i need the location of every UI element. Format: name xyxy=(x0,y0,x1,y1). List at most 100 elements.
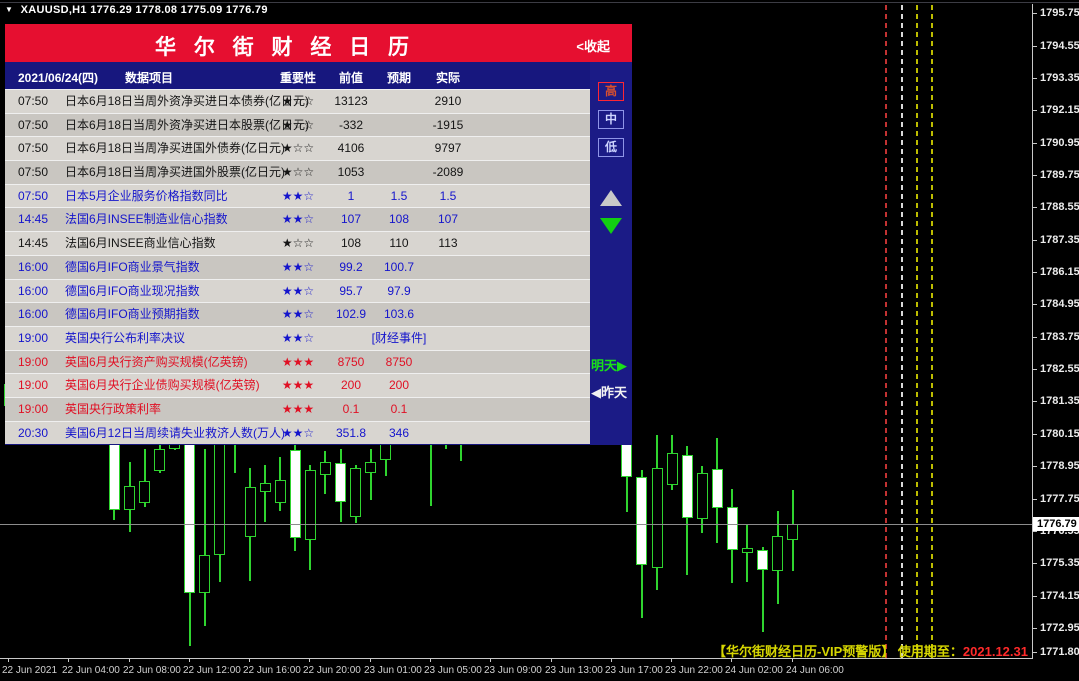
calendar-row[interactable]: 16:00 德国6月IFO商业景气指数 ★★☆ 99.2 100.7 xyxy=(5,254,590,279)
event-marker-line xyxy=(916,5,918,658)
event-time: 07:50 xyxy=(18,165,49,180)
event-time: 19:00 xyxy=(18,330,49,345)
event-time: 16:00 xyxy=(18,283,49,298)
column-item: 数据项目 xyxy=(125,71,174,85)
calendar-row[interactable]: 07:50 日本6月18日当周净买进国外股票(亿日元) ★☆☆ 1053 -2089 xyxy=(5,160,590,184)
calendar-row[interactable]: 07:50 日本5月企业服务价格指数同比 ★★☆ 1 1.5 1.5 xyxy=(5,183,590,208)
event-time: 20:30 xyxy=(18,425,49,440)
time-label: 23 Jun 17:00 xyxy=(605,665,663,676)
calendar-date: 2021/06/24(四) xyxy=(18,71,99,85)
calendar-row[interactable]: 19:00 英国央行政策利率 ★★★ 0.1 0.1 xyxy=(5,396,590,421)
calendar-table-header: 2021/06/24(四) 数据项目 重要性 前值 预期 实际 xyxy=(5,62,590,89)
calendar-row[interactable]: 14:45 法国6月INSEE商业信心指数 ★☆☆ 108 110 113 xyxy=(5,231,590,255)
scroll-down-arrow[interactable] xyxy=(600,218,622,234)
calendar-row[interactable]: 19:00 英国6月央行资产购买规模(亿英镑) ★★★ 8750 8750 xyxy=(5,349,590,374)
event-name: 法国6月INSEE商业信心指数 xyxy=(65,236,216,251)
calendar-row[interactable]: 07:50 日本6月18日当周外资净买进日本股票(亿日元) ★☆☆ -332 -1915 xyxy=(5,112,590,137)
time-label: 24 Jun 06:00 xyxy=(786,665,844,676)
event-time: 07:50 xyxy=(18,188,49,203)
calendar-row[interactable]: 19:00 英国央行公布利率决议 ★★☆ [财经事件] xyxy=(5,325,590,350)
price-label: 1788.55 xyxy=(1040,201,1079,213)
price-tick xyxy=(1032,13,1037,14)
price-label: 1775.35 xyxy=(1040,557,1079,569)
filter-button-mid[interactable]: 中 xyxy=(598,110,624,129)
calendar-rows: 07:50 日本6月18日当周外资净买进日本债券(亿日元) ★☆☆ 13123 2910… xyxy=(5,89,590,445)
calendar-row[interactable]: 16:00 德国6月IFO商业预期指数 ★★☆ 102.9 103.6 xyxy=(5,302,590,326)
price-label: 1789.75 xyxy=(1040,169,1079,181)
event-name: 日本6月18日当周净买进国外股票(亿日元) xyxy=(65,165,286,180)
price-tick xyxy=(1032,143,1037,144)
bull-candle xyxy=(275,480,286,503)
price-tick xyxy=(1032,401,1037,402)
quote-symbol-timeframe: XAUUSD,H1 xyxy=(20,4,87,16)
bull-candle xyxy=(365,462,376,473)
event-name: 法国6月INSEE制造业信心指数 xyxy=(65,212,228,227)
actual-value: 113 xyxy=(438,236,458,251)
price-axis-line xyxy=(1032,4,1033,659)
actual-value: 1.5 xyxy=(439,188,457,203)
current-price-tag: 1776.79 xyxy=(1033,517,1079,531)
actual-value: -2089 xyxy=(432,165,464,180)
quote-bar: ▼ XAUUSD,H1 1776.29 1778.08 1775.09 1776… xyxy=(5,4,268,16)
filter-button-low[interactable]: 低 xyxy=(598,138,624,157)
chevron-down-icon[interactable]: ▼ xyxy=(5,5,13,14)
calendar-row[interactable]: 07:50 日本6月18日当周净买进国外债券(亿日元) ★☆☆ 4106 9797 xyxy=(5,136,590,161)
price-label: 1790.95 xyxy=(1040,137,1079,149)
actual-value: 9797 xyxy=(434,141,462,156)
price-tick xyxy=(1032,434,1037,435)
time-label: 22 Jun 12:00 xyxy=(183,665,241,676)
time-tick xyxy=(430,658,431,662)
time-label: 22 Jun 2021 xyxy=(2,665,58,676)
price-tick xyxy=(1032,240,1037,241)
calendar-row[interactable]: 20:30 美国6月12日当周续请失业救济人数(万人) ★★☆ 351.8 346 xyxy=(5,420,590,445)
event-time: 16:00 xyxy=(18,307,49,322)
price-label: 1794.55 xyxy=(1040,40,1079,52)
calendar-row[interactable]: 14:45 法国6月INSEE制造业信心指数 ★★☆ 107 108 107 xyxy=(5,207,590,232)
candle-wick xyxy=(264,465,266,522)
price-label: 1772.95 xyxy=(1040,622,1079,634)
price-label: 1780.15 xyxy=(1040,428,1079,440)
time-label: 22 Jun 16:00 xyxy=(243,665,301,676)
time-tick xyxy=(370,658,371,662)
event-time: 19:00 xyxy=(18,401,49,416)
actual-value: 2910 xyxy=(434,94,462,108)
calendar-row[interactable]: 19:00 英国6月央行企业债购买规模(亿英镑) ★★★ 200 200 xyxy=(5,373,590,397)
event-name: 德国6月IFO商业现况指数 xyxy=(65,283,200,298)
current-price-line xyxy=(0,524,1032,525)
price-tick xyxy=(1032,110,1037,111)
forecast-value: [财经事件] xyxy=(371,330,427,345)
price-label: 1782.55 xyxy=(1040,363,1079,375)
price-label: 1787.35 xyxy=(1040,234,1079,246)
window-top-border xyxy=(0,2,1079,3)
calendar-row[interactable]: 16:00 德国6月IFO商业现况指数 ★★☆ 95.7 97.9 xyxy=(5,278,590,303)
time-tick xyxy=(551,658,552,662)
filter-button-high[interactable]: 高 xyxy=(598,82,624,101)
tomorrow-button[interactable]: 明天▶ xyxy=(591,355,631,374)
previous-value: 13123 xyxy=(334,94,368,108)
event-time: 19:00 xyxy=(18,378,49,393)
event-marker-line xyxy=(885,5,887,658)
bear-candle xyxy=(757,550,768,570)
actual-value: 107 xyxy=(437,212,459,227)
price-label: 1795.75 xyxy=(1040,7,1079,19)
collapse-button[interactable]: <收起 xyxy=(576,36,610,55)
time-tick xyxy=(490,658,491,662)
event-name: 日本5月企业服务价格指数同比 xyxy=(65,188,228,203)
bull-candle xyxy=(305,470,316,540)
column-actual: 实际 xyxy=(435,71,460,85)
actual-value: -1915 xyxy=(432,117,464,132)
price-tick xyxy=(1032,369,1037,370)
event-marker-line xyxy=(931,5,933,658)
price-tick xyxy=(1032,78,1037,79)
calendar-row[interactable]: 07:50 日本6月18日当周外资净买进日本债券(亿日元) ★☆☆ 13123 2910 xyxy=(5,89,590,113)
price-tick xyxy=(1032,652,1037,653)
yesterday-button[interactable]: ◀昨天 xyxy=(591,382,631,401)
event-name: 英国央行公布利率决议 xyxy=(65,330,186,345)
time-tick xyxy=(611,658,612,662)
price-tick xyxy=(1032,46,1037,47)
license-expiry: 2021.12.31 xyxy=(962,644,1028,659)
scroll-up-arrow[interactable] xyxy=(600,190,622,206)
price-label: 1783.75 xyxy=(1040,331,1079,343)
price-tick xyxy=(1032,596,1037,597)
event-name: 美国6月12日当周续请失业救济人数(万人) xyxy=(65,425,286,440)
